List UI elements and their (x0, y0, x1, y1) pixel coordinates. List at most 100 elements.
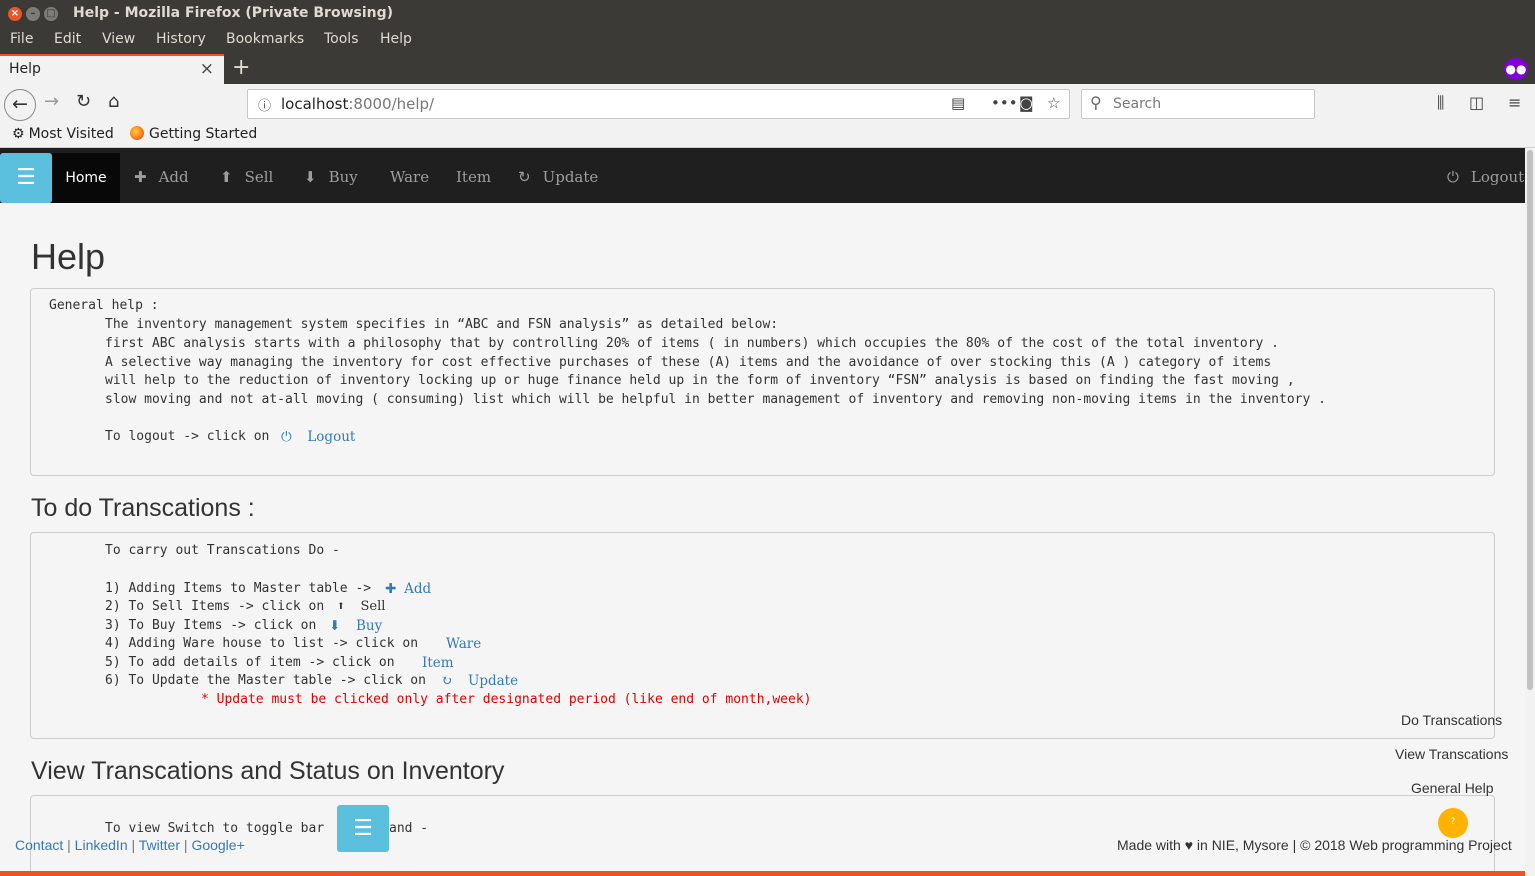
update-warning-note: * Update must be clicked only after desi… (201, 692, 812, 707)
url-bar[interactable]: ⓘ localhost:8000/help/ ▤ ••• ◙ ☆ (247, 89, 1070, 119)
bookmark-most-visited[interactable]: ⚙ Most Visited (12, 126, 114, 142)
view-box: To view Switch to toggle bar and - (30, 795, 1495, 876)
info-icon[interactable]: ⓘ (258, 95, 271, 114)
tab-label: Help (9, 61, 41, 77)
menu-history[interactable]: History (156, 31, 206, 47)
footer-contact-link[interactable]: Contact (15, 837, 63, 853)
bookmarks-toolbar: ⚙ Most Visited Getting Started (0, 124, 1535, 148)
firefox-icon (130, 126, 144, 140)
step-text: 5) To add details of item -> click on (105, 655, 395, 670)
circle-arrow-down-icon: ⬇ (329, 618, 341, 634)
pocket-icon[interactable]: ◙ (1019, 94, 1034, 112)
tab-strip: Help × + (0, 54, 1535, 84)
bookmark-star-icon[interactable]: ☆ (1047, 94, 1060, 112)
step-text: 4) Adding Ware house to list -> click on (105, 636, 419, 651)
hamburger-menu-icon[interactable]: ≡ (1508, 93, 1521, 112)
step-link-sell[interactable]: ⬆ Sell (337, 598, 385, 617)
step-link-ware[interactable]: Ware (446, 635, 481, 655)
step-text: 1) Adding Items to Master table -> (105, 581, 372, 596)
sidebar-toggle-button-inline[interactable]: ☰ (337, 805, 389, 852)
footer-links: Contact | LinkedIn | Twitter | Google+ (15, 837, 245, 853)
footer-credit: Made with ♥ in NIE, Mysore | © 2018 Web … (1117, 837, 1512, 853)
menu-bookmarks[interactable]: Bookmarks (226, 31, 304, 47)
page-scrollbar[interactable] (1525, 148, 1535, 876)
view-instruction-cont: and - (389, 821, 429, 836)
page-title: Help (31, 236, 106, 277)
app-navbar: ☰ Home ✚ Add ⬆ Sell ⬇ Buy Ware Item ↻ Update… (0, 148, 1525, 203)
scrollbar-thumb[interactable] (1527, 150, 1533, 690)
help-fab-button[interactable]: ? (1438, 808, 1468, 838)
footer-googleplus-link[interactable]: Google+ (191, 837, 244, 853)
general-help-line: slow moving and not at-all moving ( cons… (105, 392, 1326, 407)
general-help-line: will help to the reduction of inventory … (105, 373, 1295, 388)
plus-icon: ✚ (134, 168, 147, 186)
library-icon[interactable]: ⫼ (1437, 93, 1444, 113)
footer-linkedin-link[interactable]: LinkedIn (75, 837, 128, 853)
search-input[interactable]: ⚲ Search (1081, 89, 1315, 119)
sidebar-icon[interactable]: ◫ (1469, 93, 1484, 112)
list-icon: ☰ (16, 165, 36, 190)
list-icon: ☰ (353, 816, 373, 841)
refresh-icon: ↻ (518, 168, 531, 186)
logout-instruction: To logout -> click on (105, 429, 270, 444)
general-help-line: A selective way managing the inventory f… (105, 355, 1272, 370)
nav-logout[interactable]: ⏻ Logout (1447, 168, 1524, 186)
general-help-line: first ABC analysis starts with a philoso… (105, 336, 1279, 351)
logout-link[interactable]: ⏻ Logout (281, 428, 355, 448)
menu-help[interactable]: Help (380, 31, 412, 47)
plus-icon: ✚ (385, 581, 397, 597)
private-browsing-icon: ●● (1504, 58, 1528, 80)
circle-arrow-up-icon: ⬆ (220, 168, 233, 186)
step-text: 3) To Buy Items -> click on (105, 618, 317, 633)
back-button[interactable]: ← (4, 89, 36, 121)
transactions-box: To carry out Transcations Do - 1) Adding… (30, 532, 1495, 739)
nav-item[interactable]: Item (456, 168, 491, 186)
step-link-add[interactable]: ✚ Add (385, 580, 431, 600)
step-link-buy[interactable]: ⬇ Buy (329, 617, 382, 637)
general-help-heading: General help : (49, 298, 159, 313)
step-link-item[interactable]: Item (422, 654, 454, 674)
right-nav-view-transactions[interactable]: View Transcations (1395, 746, 1508, 762)
window-title-bar: × – □ Help - Mozilla Firefox (Private Br… (0, 0, 1535, 28)
tab-help[interactable]: Help × (0, 54, 224, 84)
menu-edit[interactable]: Edit (54, 31, 81, 47)
circle-arrow-down-icon: ⬇ (304, 168, 317, 186)
menu-tools[interactable]: Tools (324, 31, 359, 47)
nav-home[interactable]: Home (52, 153, 120, 203)
menu-file[interactable]: File (10, 31, 33, 47)
right-nav-general-help[interactable]: General Help (1411, 780, 1494, 796)
nav-update[interactable]: ↻ Update (518, 168, 598, 186)
search-icon: ⚲ (1090, 93, 1102, 112)
page-content: ☰ Home ✚ Add ⬆ Sell ⬇ Buy Ware Item ↻ Update… (0, 148, 1525, 876)
nav-buy[interactable]: ⬇ Buy (304, 168, 358, 186)
sidebar-toggle-button[interactable]: ☰ (0, 153, 52, 203)
forward-button[interactable]: → (44, 91, 59, 112)
window-close-button[interactable]: × (8, 7, 22, 21)
gear-icon: ⚙ (12, 126, 25, 142)
menu-view[interactable]: View (102, 31, 135, 47)
bookmark-getting-started[interactable]: Getting Started (130, 126, 257, 142)
bottom-accent-line (0, 871, 1525, 876)
navigation-toolbar: ← → ↻ ⌂ ⓘ localhost:8000/help/ ▤ ••• ◙ ☆… (0, 84, 1535, 124)
step-link-update[interactable]: ↻ Update (441, 672, 518, 692)
nav-sell[interactable]: ⬆ Sell (220, 168, 273, 186)
reader-view-icon[interactable]: ▤ (951, 94, 965, 112)
window-minimize-button[interactable]: – (26, 7, 40, 21)
step-text: 6) To Update the Master table -> click o… (105, 673, 426, 688)
step-text: 2) To Sell Items -> click on (105, 599, 325, 614)
nav-ware[interactable]: Ware (390, 168, 429, 186)
tab-close-icon[interactable]: × (200, 59, 214, 79)
general-help-line: The inventory management system specifie… (105, 317, 779, 332)
nav-add[interactable]: ✚ Add (134, 168, 189, 186)
power-icon: ⏻ (1447, 168, 1459, 186)
heart-icon: ♥ (1184, 837, 1194, 853)
home-icon[interactable]: ⌂ (108, 91, 119, 112)
window-maximize-button[interactable]: □ (44, 7, 58, 21)
footer-twitter-link[interactable]: Twitter (139, 837, 180, 853)
page-actions-icon[interactable]: ••• (991, 94, 1018, 112)
right-nav-do-transactions[interactable]: Do Transcations (1401, 712, 1502, 728)
new-tab-icon[interactable]: + (232, 55, 250, 80)
power-icon: ⏻ (281, 429, 292, 445)
reload-button[interactable]: ↻ (76, 91, 91, 112)
view-instruction: To view Switch to toggle bar (105, 821, 325, 836)
